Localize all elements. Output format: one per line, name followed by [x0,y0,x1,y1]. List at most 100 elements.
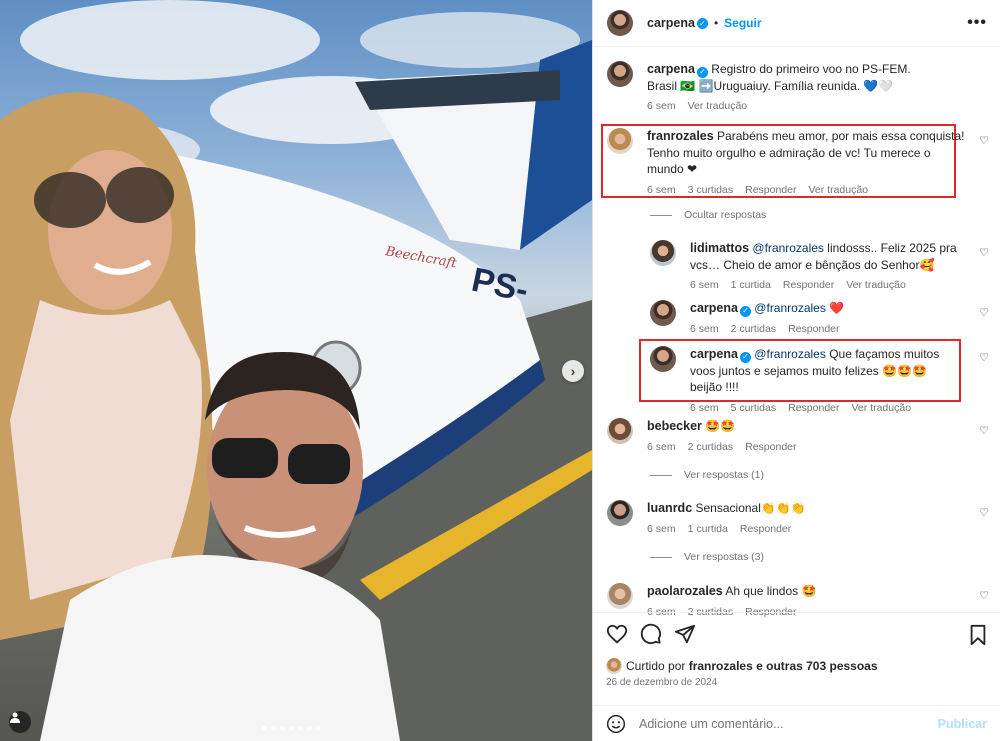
post-actions: Curtido por franrozales e outras 703 pes… [593,612,1000,741]
liked-user[interactable]: franrozales [689,659,753,673]
post-header: carpena ✓ • Seguir ••• [593,0,1000,47]
header-username[interactable]: carpena [647,16,695,30]
avatar[interactable] [650,346,676,372]
heart-icon[interactable]: ♡ [979,589,989,602]
comment: bebecker 🤩🤩 6 sem 2 curtidas Responder [607,418,967,455]
caption-time: 6 sem [647,100,676,113]
reply-username[interactable]: carpena [690,301,738,315]
comment-time: 6 sem [647,522,676,535]
heart-icon[interactable]: ♡ [979,134,989,147]
caption: carpena ✓ Registro do primeiro voo no PS-… [607,61,967,115]
reply: carpena ✓ @franrozales ❤️ 6 sem 2 curtida… [650,300,960,337]
reply-button[interactable]: Responder [788,400,839,417]
reply-mention[interactable]: @franrozales [754,347,826,361]
follow-button[interactable]: Seguir [724,16,761,30]
reply-mention[interactable]: @franrozales [754,301,826,315]
emoji-icon[interactable] [606,714,626,734]
divider [650,214,672,216]
reply-button[interactable]: Responder [740,521,791,538]
more-icon[interactable]: ••• [967,14,987,32]
carousel-dot [298,726,303,731]
comment-username[interactable]: paolarozales [647,584,723,598]
reply-mention[interactable]: @franrozales [752,241,824,255]
header-separator: • [713,16,719,30]
verified-icon: ✓ [696,66,708,78]
heart-icon[interactable]: ♡ [979,246,989,259]
tag-user-icon [10,712,20,723]
carousel-dot [289,726,294,731]
post-photo[interactable]: PS- Beechcraft › [0,0,592,741]
comment-likes[interactable]: 3 curtidas [688,182,734,199]
reply-likes[interactable]: 5 curtidas [731,400,777,417]
reply-button[interactable]: Responder [745,182,796,199]
translate-link[interactable]: Ver tradução [809,182,869,199]
heart-icon[interactable]: ♡ [979,506,989,519]
avatar[interactable] [607,418,633,444]
comment-time: 6 sem [647,183,676,196]
comment-username[interactable]: franrozales [647,129,714,143]
heart-icon[interactable]: ♡ [979,424,989,437]
hide-replies-toggle[interactable]: Ocultar respostas [650,209,766,221]
caption-translate-link[interactable]: Ver tradução [688,98,748,115]
reply-username[interactable]: carpena [690,347,738,361]
carousel-indicator [262,726,321,731]
carousel-dot [316,726,321,731]
verified-icon: ✓ [739,305,751,317]
verified-icon: ✓ [739,351,751,363]
comment-text: 🤩🤩 [705,419,736,433]
bookmark-icon[interactable] [967,624,989,646]
comment-username[interactable]: bebecker [647,419,702,433]
liked-by: Curtido por franrozales e outras 703 pes… [606,658,878,674]
avatar[interactable] [607,500,633,526]
liked-others[interactable]: outras 703 pessoas [766,659,877,673]
chevron-right-icon: › [570,363,576,379]
comment-username[interactable]: luanrdc [647,501,692,515]
reply-username[interactable]: lidimattos [690,241,749,255]
add-comment-bar: Publicar [593,705,1000,741]
reply-time: 6 sem [690,401,719,414]
view-replies-label: Ver respostas (1) [684,469,764,481]
reply-button[interactable]: Responder [788,321,839,338]
avatar[interactable] [650,300,676,326]
publish-button[interactable]: Publicar [938,717,987,731]
reply-button[interactable]: Responder [745,439,796,456]
verified-icon: ✓ [696,17,708,29]
view-replies-toggle[interactable]: Ver respostas (3) [650,551,764,563]
heart-icon[interactable]: ♡ [979,306,989,319]
avatar[interactable] [607,10,633,36]
avatar[interactable] [607,128,633,154]
post-date[interactable]: 26 de dezembro de 2024 [606,677,717,688]
tagged-users-button[interactable] [9,711,31,733]
reply-likes[interactable]: 1 curtida [731,277,771,294]
reply-text: ❤️ [829,301,845,315]
liked-prefix: Curtido por [626,659,686,673]
next-photo-button[interactable]: › [562,360,584,382]
carousel-dot [271,726,276,731]
reply: lidimattos @franrozales lindosss.. Feliz… [650,240,960,294]
comment: franrozales Parabéns meu amor, por mais … [607,128,969,198]
comment-input[interactable] [639,717,939,731]
avatar[interactable] [607,61,633,87]
share-icon[interactable] [674,623,696,645]
carousel-dot [307,726,312,731]
divider [650,474,672,476]
translate-link[interactable]: Ver tradução [852,400,912,417]
avatar[interactable] [650,240,676,266]
hide-replies-label: Ocultar respostas [684,209,767,221]
translate-link[interactable]: Ver tradução [846,277,906,294]
reply-time: 6 sem [690,279,719,291]
avatar[interactable] [606,658,622,674]
photo-illustration: PS- Beechcraft [0,0,592,741]
comment-icon[interactable] [640,623,662,645]
reply-button[interactable]: Responder [783,277,834,294]
view-replies-toggle[interactable]: Ver respostas (1) [650,469,764,481]
comment-likes[interactable]: 2 curtidas [688,439,734,456]
caption-text-line1: Registro do primeiro voo no PS-FEM. [711,62,911,76]
reply-time: 6 sem [690,322,719,335]
heart-icon[interactable]: ♡ [979,351,989,364]
avatar[interactable] [607,583,633,609]
caption-username[interactable]: carpena [647,62,695,76]
reply-likes[interactable]: 2 curtidas [731,321,777,338]
heart-icon[interactable] [606,623,628,645]
comment-likes[interactable]: 1 curtida [688,521,728,538]
